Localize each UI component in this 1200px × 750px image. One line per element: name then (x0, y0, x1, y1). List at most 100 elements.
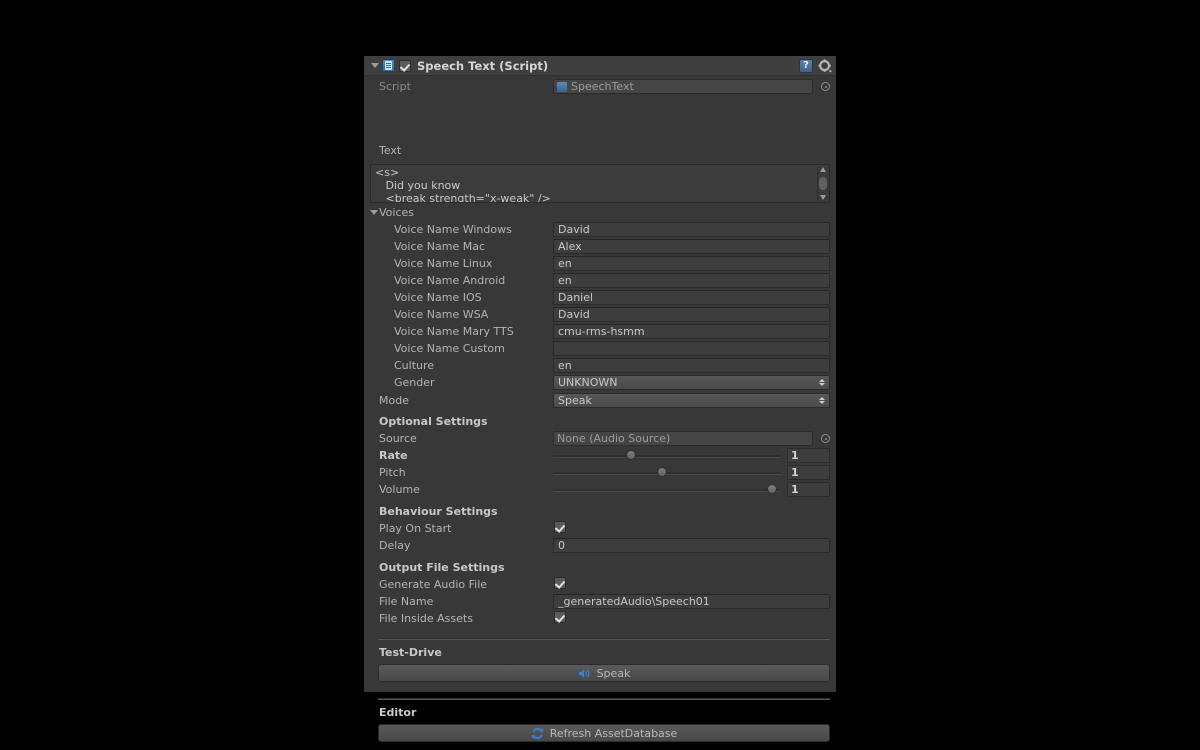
volume-slider-handle[interactable] (766, 484, 777, 494)
rate-value-input[interactable]: 1 (787, 448, 830, 463)
script-row: Script SpeechText (364, 78, 836, 95)
rate-label: Rate (379, 449, 408, 462)
test-drive-header-row: Test-Drive (364, 646, 836, 659)
play-on-start-label: Play On Start (379, 522, 452, 535)
generate-audio-file-checkbox[interactable] (554, 577, 566, 589)
script-object-value: SpeechText (571, 80, 634, 93)
refresh-assetdatabase-button[interactable]: Refresh AssetDatabase (378, 724, 830, 742)
text-textarea-scrollbar[interactable] (817, 165, 829, 202)
voice-name-wsa-row: Voice Name WSA David (364, 306, 836, 323)
file-name-label: File Name (379, 595, 434, 608)
rate-slider-track[interactable] (553, 455, 781, 458)
volume-value-input[interactable]: 1 (787, 482, 830, 497)
voice-name-wsa-label: Voice Name WSA (394, 308, 489, 321)
inspector-panel: Speech Text (Script) Script SpeechText (364, 56, 836, 742)
voice-name-windows-input[interactable]: David (553, 222, 830, 237)
volume-slider-track[interactable] (553, 489, 781, 492)
generate-audio-file-label: Generate Audio File (379, 578, 488, 591)
voice-name-android-label: Voice Name Android (394, 274, 506, 287)
source-label: Source (379, 432, 417, 445)
file-name-row: File Name _generatedAudio\Speech01 (364, 593, 836, 610)
component-foldout-arrow-icon[interactable] (369, 59, 382, 72)
voice-name-windows-row: Voice Name Windows David (364, 221, 836, 238)
component-title: Speech Text (Script) (417, 58, 549, 73)
culture-input[interactable]: en (553, 358, 830, 373)
voice-name-ios-row: Voice Name IOS Daniel (364, 289, 836, 306)
output-file-settings-header-row: Output File Settings (364, 561, 836, 574)
voice-name-wsa-input[interactable]: David (553, 307, 830, 322)
source-object-picker-icon[interactable] (821, 434, 830, 443)
voice-name-windows-label: Voice Name Windows (394, 223, 512, 236)
voice-name-ios-input[interactable]: Daniel (553, 290, 830, 305)
script-icon (382, 59, 395, 72)
test-drive-header: Test-Drive (379, 646, 442, 659)
play-on-start-row: Play On Start (364, 520, 836, 537)
pitch-value-input[interactable]: 1 (787, 465, 830, 480)
voice-name-linux-row: Voice Name Linux en (364, 255, 836, 272)
voice-name-linux-label: Voice Name Linux (394, 257, 493, 270)
voice-name-linux-input[interactable]: en (553, 256, 830, 271)
text-textarea[interactable]: <s> Did you know <break strength="x-weak… (370, 164, 830, 203)
behaviour-settings-header-row: Behaviour Settings (364, 505, 836, 518)
speak-button[interactable]: Speak (378, 664, 830, 682)
generate-audio-file-row: Generate Audio File (364, 576, 836, 593)
gender-dropdown[interactable]: UNKNOWN (553, 375, 830, 390)
scroll-down-arrow-icon[interactable] (820, 195, 826, 200)
pitch-slider-track[interactable] (553, 472, 781, 475)
source-object-value: None (Audio Source) (557, 432, 671, 445)
mode-label: Mode (379, 394, 409, 407)
editor-header-row: Editor (364, 706, 836, 719)
output-file-settings-header: Output File Settings (379, 561, 505, 574)
voice-name-mary-tts-row: Voice Name Mary TTS cmu-rms-hsmm (364, 323, 836, 340)
delay-input[interactable]: 0 (553, 538, 830, 553)
script-label: Script (379, 80, 411, 93)
delay-row: Delay 0 (364, 537, 836, 554)
voice-name-mary-tts-input[interactable]: cmu-rms-hsmm (553, 324, 830, 339)
script-object-picker-icon[interactable] (821, 82, 830, 91)
voice-name-android-row: Voice Name Android en (364, 272, 836, 289)
pitch-slider[interactable] (553, 467, 781, 477)
file-inside-assets-row: File Inside Assets (364, 610, 836, 627)
pitch-slider-handle[interactable] (657, 467, 668, 477)
refresh-assetdatabase-button-label: Refresh AssetDatabase (549, 726, 678, 740)
gear-icon[interactable] (818, 58, 832, 73)
culture-label: Culture (394, 359, 435, 372)
voice-name-custom-label: Voice Name Custom (394, 342, 505, 355)
file-name-input[interactable]: _generatedAudio\Speech01 (553, 594, 830, 609)
rate-row: Rate 1 (364, 447, 836, 464)
optional-settings-header-row: Optional Settings (364, 415, 836, 428)
mode-row: Mode Speak (364, 392, 836, 409)
mode-dropdown[interactable]: Speak (553, 393, 830, 408)
file-inside-assets-checkbox[interactable] (554, 611, 566, 623)
volume-slider[interactable] (553, 484, 781, 494)
pitch-row: Pitch 1 (364, 464, 836, 481)
voice-name-custom-input[interactable] (553, 341, 830, 356)
delay-label: Delay (379, 539, 411, 552)
rate-slider[interactable] (553, 450, 781, 460)
gender-row: Gender UNKNOWN (364, 374, 836, 391)
test-drive-separator (378, 638, 830, 640)
voice-name-mac-label: Voice Name Mac (394, 240, 485, 253)
help-book-icon[interactable] (799, 58, 813, 73)
component-enabled-checkbox[interactable] (399, 59, 411, 72)
file-inside-assets-label: File Inside Assets (379, 612, 473, 625)
voices-header-label: Voices (379, 206, 415, 219)
script-object-field[interactable]: SpeechText (553, 79, 813, 94)
component-header[interactable]: Speech Text (Script) (364, 56, 836, 76)
voice-name-mac-row: Voice Name Mac Alex (364, 238, 836, 255)
play-on-start-checkbox[interactable] (554, 521, 566, 533)
volume-row: Volume 1 (364, 481, 836, 498)
volume-label: Volume (379, 483, 420, 496)
source-object-field[interactable]: None (Audio Source) (553, 431, 813, 446)
optional-settings-header: Optional Settings (379, 415, 488, 428)
text-textarea-value[interactable]: <s> Did you know <break strength="x-weak… (371, 165, 817, 202)
voice-name-mac-input[interactable]: Alex (553, 239, 830, 254)
rate-slider-handle[interactable] (625, 450, 636, 460)
gender-label: Gender (394, 376, 435, 389)
voices-foldout-row[interactable]: Voices (364, 204, 836, 221)
editor-separator (378, 698, 830, 700)
culture-row: Culture en (364, 357, 836, 374)
scroll-up-arrow-icon[interactable] (820, 167, 826, 172)
scrollbar-thumb[interactable] (819, 177, 827, 190)
voice-name-android-input[interactable]: en (553, 273, 830, 288)
